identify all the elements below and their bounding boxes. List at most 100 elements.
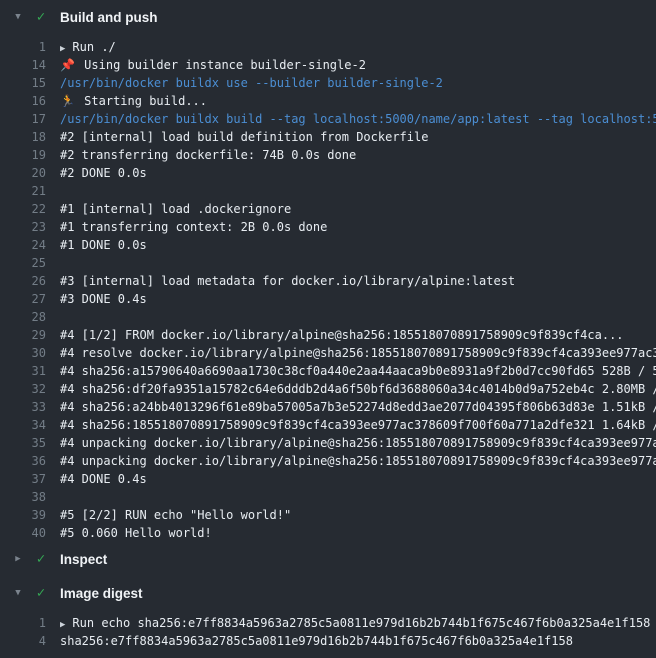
- run-expand-icon[interactable]: ▶: [60, 616, 65, 632]
- line-number[interactable]: 24: [0, 236, 46, 254]
- log-line: 33 #4 sha256:a24bb4013296f61e89ba57005a7…: [0, 398, 656, 416]
- line-text: /usr/bin/docker buildx build --tag local…: [60, 110, 656, 128]
- line-text: sha256:e7ff8834a5963a2785c5a0811e979d16b…: [60, 632, 656, 650]
- line-number[interactable]: 30: [0, 344, 46, 362]
- line-number[interactable]: 27: [0, 290, 46, 308]
- line-number[interactable]: 36: [0, 452, 46, 470]
- log-line: 30 #4 resolve docker.io/library/alpine@s…: [0, 344, 656, 362]
- line-number[interactable]: 33: [0, 398, 46, 416]
- line-text: #4 DONE 0.4s: [60, 470, 656, 488]
- chevron-right-icon[interactable]: ▶: [8, 542, 28, 576]
- line-text-content: /usr/bin/docker buildx build --tag local…: [60, 112, 656, 126]
- log-line: 31 #4 sha256:a15790640a6690aa1730c38cf0a…: [0, 362, 656, 380]
- log-line: 28: [0, 308, 656, 326]
- log-line: 34 #4 sha256:185518070891758909c9f839cf4…: [0, 416, 656, 434]
- line-number[interactable]: 1: [0, 38, 46, 56]
- log-line: 37 #4 DONE 0.4s: [0, 470, 656, 488]
- section-label: Build and push: [60, 10, 158, 25]
- section-header-inspect[interactable]: ▶ ✓ Inspect: [0, 542, 656, 576]
- line-number[interactable]: 38: [0, 488, 46, 506]
- line-number[interactable]: 26: [0, 272, 46, 290]
- line-text-content: /usr/bin/docker buildx use --builder bui…: [60, 76, 443, 90]
- line-number[interactable]: 15: [0, 74, 46, 92]
- line-number[interactable]: 32: [0, 380, 46, 398]
- log-line: 20 #2 DONE 0.0s: [0, 164, 656, 182]
- line-text-content: #4 resolve docker.io/library/alpine@sha2…: [60, 346, 656, 360]
- line-text: #1 DONE 0.0s: [60, 236, 656, 254]
- log-line: 26 #3 [internal] load metadata for docke…: [0, 272, 656, 290]
- log-line: 24 #1 DONE 0.0s: [0, 236, 656, 254]
- line-text: #5 [2/2] RUN echo "Hello world!": [60, 506, 656, 524]
- chevron-down-icon[interactable]: ▼: [8, 0, 28, 34]
- line-text: ▶Run echo sha256:e7ff8834a5963a2785c5a08…: [60, 614, 656, 632]
- line-text-content: #2 DONE 0.0s: [60, 166, 147, 180]
- log-line: 23 #1 transferring context: 2B 0.0s done: [0, 218, 656, 236]
- line-text: /usr/bin/docker buildx use --builder bui…: [60, 74, 656, 92]
- line-text-content: #4 unpacking docker.io/library/alpine@sh…: [60, 454, 656, 468]
- line-text-content: #4 sha256:185518070891758909c9f839cf4ca3…: [60, 418, 656, 432]
- line-number[interactable]: 35: [0, 434, 46, 452]
- line-text: #3 DONE 0.4s: [60, 290, 656, 308]
- line-number[interactable]: 17: [0, 110, 46, 128]
- line-text: 🏃 Starting build...: [60, 92, 656, 110]
- line-text: [60, 254, 656, 272]
- log-line: 36 #4 unpacking docker.io/library/alpine…: [0, 452, 656, 470]
- line-text-content: Run ./: [72, 40, 115, 54]
- log-section: ▼ ✓ Image digest 1 ▶Run echo sha256:e7ff…: [0, 576, 656, 650]
- line-text-content: Using builder instance builder-single-2: [84, 58, 366, 72]
- line-number[interactable]: 29: [0, 326, 46, 344]
- line-text: #5 0.060 Hello world!: [60, 524, 656, 542]
- log-line: 39 #5 [2/2] RUN echo "Hello world!": [0, 506, 656, 524]
- line-text: #2 [internal] load build definition from…: [60, 128, 656, 146]
- line-text: #4 sha256:a24bb4013296f61e89ba57005a7b3e…: [60, 398, 656, 416]
- line-number[interactable]: 14: [0, 56, 46, 74]
- line-number[interactable]: 21: [0, 182, 46, 200]
- line-text: #4 resolve docker.io/library/alpine@sha2…: [60, 344, 656, 362]
- log-line: 38: [0, 488, 656, 506]
- line-number[interactable]: 20: [0, 164, 46, 182]
- success-check-icon: ✓: [28, 576, 54, 610]
- line-number[interactable]: 23: [0, 218, 46, 236]
- log-line: 14 📌 Using builder instance builder-sing…: [0, 56, 656, 74]
- pushpin-emoji-icon: 📌: [60, 58, 82, 72]
- section-label: Image digest: [60, 586, 143, 601]
- line-text: #4 unpacking docker.io/library/alpine@sh…: [60, 434, 656, 452]
- line-number[interactable]: 37: [0, 470, 46, 488]
- line-number[interactable]: 19: [0, 146, 46, 164]
- line-text: [60, 308, 656, 326]
- log-line: 19 #2 transferring dockerfile: 74B 0.0s …: [0, 146, 656, 164]
- section-header-image-digest[interactable]: ▼ ✓ Image digest: [0, 576, 656, 610]
- section-header-build-and-push[interactable]: ▼ ✓ Build and push: [0, 0, 656, 34]
- line-number[interactable]: 18: [0, 128, 46, 146]
- line-number[interactable]: 28: [0, 308, 46, 326]
- log-line: 27 #3 DONE 0.4s: [0, 290, 656, 308]
- log-line: 18 #2 [internal] load build definition f…: [0, 128, 656, 146]
- line-number[interactable]: 4: [0, 632, 46, 650]
- line-number[interactable]: 31: [0, 362, 46, 380]
- line-text-content: #1 [internal] load .dockerignore: [60, 202, 291, 216]
- success-check-icon: ✓: [28, 0, 54, 34]
- log-line: 15 /usr/bin/docker buildx use --builder …: [0, 74, 656, 92]
- line-number[interactable]: 39: [0, 506, 46, 524]
- chevron-down-icon[interactable]: ▼: [8, 576, 28, 610]
- log-line: 35 #4 unpacking docker.io/library/alpine…: [0, 434, 656, 452]
- line-number[interactable]: 16: [0, 92, 46, 110]
- log-line: 32 #4 sha256:df20fa9351a15782c64e6dddb2d…: [0, 380, 656, 398]
- line-text-content: #1 DONE 0.0s: [60, 238, 147, 252]
- line-text-content: Starting build...: [84, 94, 207, 108]
- line-text-content: #4 unpacking docker.io/library/alpine@sh…: [60, 436, 656, 450]
- line-number[interactable]: 25: [0, 254, 46, 272]
- log-section: ▼ ✓ Build and push 1 ▶ Run ./ 14 📌 Using …: [0, 0, 656, 542]
- line-number[interactable]: 1: [0, 614, 46, 632]
- log-block: 1 ▶ Run ./ 14 📌 Using builder instance bu…: [0, 34, 656, 542]
- line-number[interactable]: 34: [0, 416, 46, 434]
- line-number[interactable]: 22: [0, 200, 46, 218]
- line-text-content: #5 [2/2] RUN echo "Hello world!": [60, 508, 291, 522]
- log-line: 17 /usr/bin/docker buildx build --tag lo…: [0, 110, 656, 128]
- line-text: #4 sha256:185518070891758909c9f839cf4ca3…: [60, 416, 656, 434]
- line-text: #1 [internal] load .dockerignore: [60, 200, 656, 218]
- run-expand-icon[interactable]: ▶: [60, 40, 65, 56]
- line-text: [60, 182, 656, 200]
- line-text-content: #3 DONE 0.4s: [60, 292, 147, 306]
- line-number[interactable]: 40: [0, 524, 46, 542]
